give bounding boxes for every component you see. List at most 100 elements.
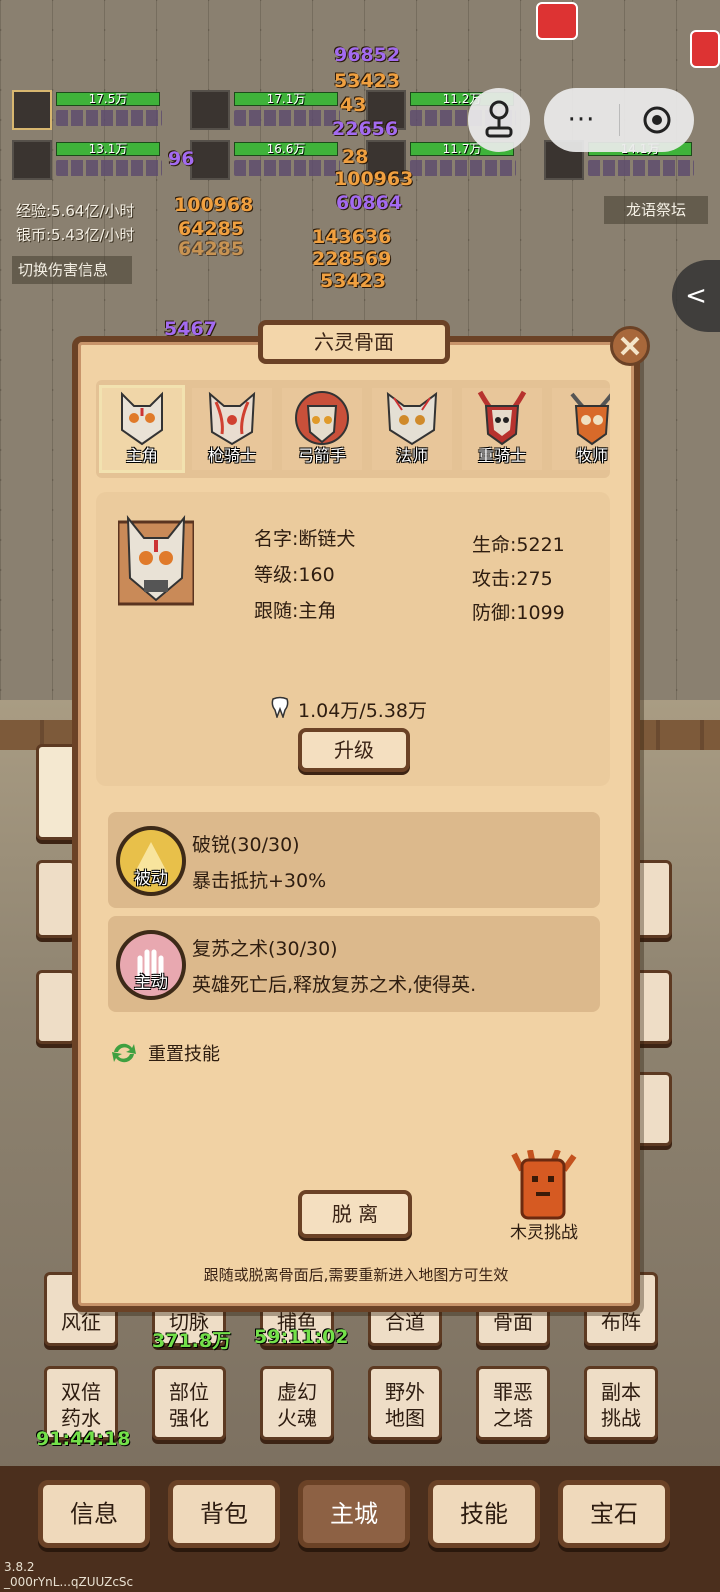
damage-number: 228569 xyxy=(312,248,392,270)
close-button[interactable] xyxy=(610,326,650,366)
mask-tab-lancer[interactable]: 枪骑士 xyxy=(192,388,272,470)
phantom-fire-tile[interactable]: 虚幻 火魂 xyxy=(260,1366,334,1440)
mask-name-field: 名字:断链犬 xyxy=(254,528,356,550)
close-icon xyxy=(620,336,640,356)
field-map-tile[interactable]: 野外 地图 xyxy=(368,1366,442,1440)
map-marker-icon[interactable] xyxy=(536,2,578,40)
tree-challenge-label[interactable]: 木灵挑战 xyxy=(496,1218,592,1243)
damage-number: 143636 xyxy=(312,226,392,248)
fox-mask-icon xyxy=(208,391,256,446)
skill-row[interactable]: 被动 破锐(30/30) 暴击抵抗+30% xyxy=(108,812,600,908)
mask-hp-field: 生命:5221 xyxy=(472,534,565,556)
mask-tab-archer[interactable]: 弓箭手 xyxy=(282,388,362,470)
reset-skills-label: 重置技能 xyxy=(148,1044,220,1065)
tile-label: 双倍 xyxy=(61,1380,101,1404)
hero-hp-bar: 17.1万 xyxy=(234,92,338,106)
damage-number: 22656 xyxy=(332,118,399,140)
sin-tower-tile[interactable]: 罪恶 之塔 xyxy=(476,1366,550,1440)
hero-equipment-icons xyxy=(234,160,340,176)
toggle-damage-info-button[interactable]: 切换伤害信息 xyxy=(12,256,132,284)
nav-backpack[interactable]: 背包 xyxy=(168,1480,280,1548)
leave-button[interactable]: 脱 离 xyxy=(298,1190,412,1238)
damage-number: 64285 xyxy=(178,218,245,240)
joystick-button[interactable] xyxy=(468,88,530,152)
hero-equipment-icons xyxy=(410,160,516,176)
nav-info[interactable]: 信息 xyxy=(38,1480,150,1548)
damage-number: 53423 xyxy=(320,270,387,292)
hero-portrait xyxy=(190,140,230,180)
partial-tile xyxy=(36,860,76,938)
mask-tab-heavy-knight[interactable]: 重骑士 xyxy=(462,388,542,470)
mask-name: 主角 xyxy=(125,446,158,465)
mask-tab-priest[interactable]: 牧师 xyxy=(552,388,610,470)
wolf-mask-icon xyxy=(386,391,438,446)
tile-label: 布阵 xyxy=(601,1310,641,1334)
tile-label: 部位 xyxy=(169,1380,209,1404)
tooth-icon xyxy=(271,696,289,718)
follow-notice: 跟随或脱离骨面后,需要重新进入地图方可生效 xyxy=(203,1266,509,1284)
skill-type-tag: 被动 xyxy=(134,869,168,889)
silver-rate: 银币:5.43亿/小时 xyxy=(16,226,135,244)
tile-label: 挑战 xyxy=(601,1406,641,1430)
mask-selector: 主角 枪骑士 弓箭手 法师 重骑士 牧师 xyxy=(96,380,610,478)
mask-tab-protagonist[interactable]: 主角 xyxy=(99,385,185,473)
skill-name: 破锐(30/30) xyxy=(192,834,300,856)
selected-mask-icon xyxy=(118,515,194,606)
hero-card[interactable]: 13.1万 xyxy=(12,140,162,180)
skill-name: 复苏之术(30/30) xyxy=(192,938,338,960)
hero-card[interactable]: 17.1万 xyxy=(190,90,340,130)
red-mane-mask-icon xyxy=(295,391,349,445)
tile-label: 之塔 xyxy=(493,1406,533,1430)
nav-skills[interactable]: 技能 xyxy=(428,1480,540,1548)
hero-equipment-icons xyxy=(234,110,340,126)
damage-number: 96 xyxy=(168,148,195,170)
upgrade-cost: 1.04万/5.38万 xyxy=(298,700,428,722)
hero-hp-bar: 16.6万 xyxy=(234,142,338,156)
tile-label: 合道 xyxy=(385,1310,425,1334)
skill-row[interactable]: 主动 复苏之术(30/30) 英雄死亡后,释放复苏之术,使得英. xyxy=(108,916,600,1012)
more-menu-button[interactable]: ··· xyxy=(544,105,619,135)
tile-label: 野外 xyxy=(385,1380,425,1404)
tile-label: 骨面 xyxy=(493,1310,533,1334)
upgrade-button[interactable]: 升级 xyxy=(298,728,410,772)
demon-horn-mask-icon xyxy=(477,390,527,446)
exit-miniprogram-button[interactable] xyxy=(620,104,694,136)
mask-defense-field: 防御:1099 xyxy=(472,602,565,624)
tile-sublabel: 91:44:18 xyxy=(36,1428,131,1450)
tile-label: 罪恶 xyxy=(493,1380,533,1404)
damage-number: 43 xyxy=(340,94,367,116)
joystick-icon xyxy=(485,100,513,138)
damage-number: 28 xyxy=(342,146,369,168)
nav-main-city[interactable]: 主城 xyxy=(298,1480,410,1548)
mask-follow-field: 跟随:主角 xyxy=(254,600,337,622)
tile-sublabel: 59:11:02 xyxy=(254,1326,349,1348)
bone-mask-icon xyxy=(121,391,163,446)
skill-description: 暴击抵抗+30% xyxy=(192,870,327,892)
reset-skills-button[interactable]: 重置技能 xyxy=(110,1040,220,1066)
dungeon-challenge-tile[interactable]: 副本 挑战 xyxy=(584,1366,658,1440)
damage-number: 96852 xyxy=(334,44,401,66)
hero-hp-bar: 13.1万 xyxy=(56,142,160,156)
part-enhance-tile[interactable]: 部位 强化 xyxy=(152,1366,226,1440)
hero-card[interactable]: 16.6万 xyxy=(190,140,340,180)
mask-name: 法师 xyxy=(395,446,428,465)
tile-label: 虚幻 xyxy=(277,1380,317,1404)
hero-equipment-icons xyxy=(56,110,162,126)
mask-name: 弓箭手 xyxy=(297,446,346,465)
mask-name: 重骑士 xyxy=(477,446,526,465)
map-marker-icon[interactable] xyxy=(690,30,720,68)
nav-gems[interactable]: 宝石 xyxy=(558,1480,670,1548)
map-name-label[interactable]: 龙语祭坛 xyxy=(604,196,708,224)
panel-title: 六灵骨面 xyxy=(258,320,450,364)
damage-number: 64285 xyxy=(178,238,245,260)
skill-type-tag: 主动 xyxy=(134,973,168,993)
version-number: 3.8.2 xyxy=(4,1560,35,1574)
tile-label: 副本 xyxy=(601,1380,641,1404)
hero-equipment-icons xyxy=(56,160,162,176)
tree-spirit-icon[interactable] xyxy=(504,1150,582,1222)
hero-equipment-icons xyxy=(588,160,694,176)
tile-label: 地图 xyxy=(385,1406,425,1430)
hero-card[interactable]: 17.5万 xyxy=(12,90,162,130)
hero-hp-bar: 17.5万 xyxy=(56,92,160,106)
mask-tab-mage[interactable]: 法师 xyxy=(372,388,452,470)
